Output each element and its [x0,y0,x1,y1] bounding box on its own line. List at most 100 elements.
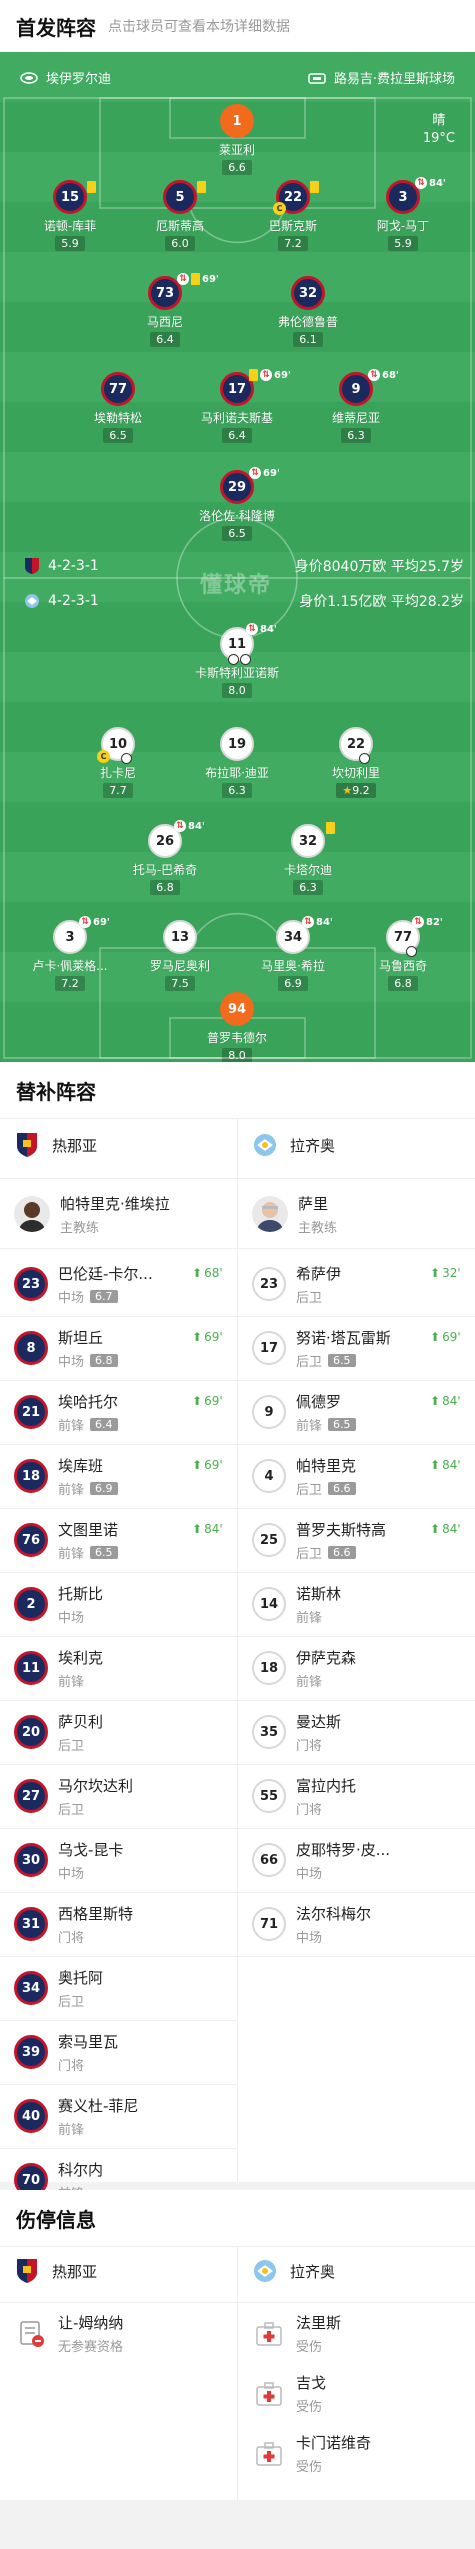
away-substitute-row[interactable]: 17 努诺·塔瓦雷斯 后卫 6.5 [252,1316,391,1380]
player-name: 帕特里克 [296,1456,357,1475]
sub-out-icon: ⇅ [177,273,189,285]
home-player-card[interactable]: 73 ⇅ 69' 马西尼 6.4 [110,273,220,347]
player-number: 35 [252,1715,286,1749]
away-player-card[interactable]: 3 ⇅ 69' 卢卡·佩莱格... 7.2 [15,916,125,991]
home-substitute-row[interactable]: 40 赛义杜-菲尼 前锋 [14,2084,138,2148]
away-player-card[interactable]: 13 罗马尼奥利 7.5 [125,920,235,991]
away-player-card[interactable]: 22 坎切利里 ★9.2 [301,727,411,798]
home-substitute-row[interactable]: 23 巴伦廷-卡尔... 中场 6.7 [14,1252,153,1316]
player-number: 5 [175,189,185,205]
player-name: 卡塔尔迪 [283,863,332,877]
player-number: 19 [220,727,254,761]
away-player-card[interactable]: 94 普罗韦德尔 8.0 [182,992,292,1062]
sub-out-marker: ⇅ 69' [177,273,219,285]
player-name: 科尔内 [58,2160,104,2179]
player-rating: 6.3 [341,428,371,443]
away-player-card[interactable]: 11 ⇅ 84' 卡斯特利亚诺斯 8.0 [182,623,292,698]
lineup-title: 首发阵容 [16,15,96,40]
away-substitute-row[interactable]: 35 曼达斯 门将 [252,1700,341,1764]
player-position: 中场 [58,1354,85,1370]
away-market-value: 身价1.15亿欧 [299,594,387,610]
away-player-card[interactable]: 77 ⇅ 82' 马鲁西奇 6.8 [348,916,458,991]
home-venue-name: 埃伊罗尔迪 [46,72,112,87]
home-substitute-row[interactable]: 27 马尔坎达利 后卫 [14,1764,133,1828]
injury-item[interactable]: 让-姆纳纳 无参赛资格 [14,2312,123,2355]
home-coach[interactable]: 帕特里克·维埃拉 主教练 [14,1182,170,1246]
player-number: 40 [14,2099,48,2133]
player-rating: 6.6 [328,1481,356,1495]
home-substitute-row[interactable]: 76 文图里诺 前锋 6.5 [14,1508,118,1572]
home-team-header: 热那亚 [14,2256,97,2286]
player-rating: 6.4 [150,332,180,347]
player-name: 莱亚利 [218,143,255,157]
away-substitute-row[interactable]: 9 佩德罗 前锋 6.5 [252,1380,356,1444]
home-substitute-row[interactable]: 2 托斯比 中场 [14,1572,103,1636]
player-number: 8 [14,1331,48,1365]
home-substitute-row[interactable]: 31 西格里斯特 门将 [14,1892,133,1956]
sub-in-marker: ⬆ 84' [430,1522,461,1536]
player-position: 门将 [296,1738,323,1754]
injury-item[interactable]: 法里斯 受伤 [252,2312,341,2355]
home-player-card[interactable]: 3 ⇅ 84' 阿戈-马丁 5.9 [348,177,458,251]
home-substitute-row[interactable]: 8 斯坦丘 中场 6.8 [14,1316,118,1380]
substitutes-title: 替补阵容 [16,1079,96,1104]
home-team-summary: 4-2-3-1 身价8040万欧 平均25.7岁 [24,557,464,575]
away-player-card[interactable]: 10 C 扎卡尼 7.7 [63,727,173,798]
player-name: 托斯比 [58,1584,104,1603]
player-position: 前锋 [296,1418,323,1434]
player-name: 西格里斯特 [58,1904,134,1923]
home-player-card[interactable]: 32 弗伦德鲁普 6.1 [253,276,363,347]
player-rating: 6.5 [328,1353,356,1367]
home-player-card[interactable]: 22 C 巴斯克斯 7.2 [238,180,348,251]
away-substitute-row[interactable]: 25 普罗夫斯特高 后卫 6.6 [252,1508,386,1572]
goal-ball-icon [359,753,370,764]
sub-out-marker: ⇅ 69' [79,916,110,928]
home-player-card[interactable]: 15 诺顿-库菲 5.9 [15,180,125,251]
home-substitute-row[interactable]: 11 埃利克 前锋 [14,1636,103,1700]
player-rating: 6.8 [90,1353,118,1367]
home-player-card[interactable]: 1 莱亚利 6.6 [182,104,292,175]
player-number: 4 [252,1459,286,1493]
injury-item[interactable]: 卡门诺维奇 受伤 [252,2432,371,2475]
away-player-card[interactable]: 34 ⇅ 84' 马里奥·希拉 6.9 [238,916,348,991]
sub-out-icon: ⇅ [302,916,314,928]
home-player-card[interactable]: 5 厄斯蒂高 6.0 [125,180,235,251]
home-player-card[interactable]: 17 ⇅ 69' 马利诺夫斯基 6.4 [182,369,292,443]
away-team-summary: 4-2-3-1 身价1.15亿欧 平均28.2岁 [24,593,464,610]
coach-name: 帕特里克·维埃拉 [60,1194,170,1213]
home-player-card[interactable]: 29 ⇅ 69' 洛伦佐·科隆博 6.5 [182,467,292,541]
sub-in-marker: ⬆ 69' [430,1330,461,1344]
sub-in-marker: ⬆ 84' [430,1394,461,1408]
home-substitute-row[interactable]: 20 萨贝利 后卫 [14,1700,103,1764]
away-substitute-row[interactable]: 4 帕特里克 后卫 6.6 [252,1444,356,1508]
away-substitute-row[interactable]: 23 希萨伊 后卫 [252,1252,341,1316]
away-substitute-row[interactable]: 14 诺斯林 前锋 [252,1572,341,1636]
away-player-card[interactable]: 32 卡塔尔迪 6.3 [253,822,363,895]
player-position: 中场 [58,1610,85,1626]
away-substitute-row[interactable]: 66 皮耶特罗·皮... 中场 [252,1828,390,1892]
injury-item[interactable]: 吉戈 受伤 [252,2372,326,2415]
player-position: 后卫 [58,1738,85,1754]
player-name: 洛伦佐·科隆博 [199,509,275,523]
medical-kit-icon [256,2321,282,2346]
lazio-crest-icon [254,2260,276,2282]
away-substitute-row[interactable]: 55 富拉内托 门将 [252,1764,356,1828]
away-substitute-row[interactable]: 18 伊萨克森 前锋 [252,1636,356,1700]
home-player-card[interactable]: 77 埃勒特松 6.5 [63,372,173,443]
home-substitute-row[interactable]: 30 乌戈-昆卡 中场 [14,1828,123,1892]
away-player-card[interactable]: 19 布拉耶·迪亚 6.3 [182,727,292,798]
player-rating: 7.7 [103,783,133,798]
home-substitute-row[interactable]: 21 埃哈托尔 前锋 6.4 [14,1380,118,1444]
player-name: 马尔坎达利 [58,1776,134,1795]
home-substitute-row[interactable]: 39 索马里瓦 门将 [14,2020,118,2084]
player-rating: 6.8 [150,880,180,895]
away-coach[interactable]: 萨里 主教练 [252,1182,337,1246]
away-substitute-row[interactable]: 71 法尔科梅尔 中场 [252,1892,371,1956]
home-player-card[interactable]: 9 ⇅ 68' 维蒂尼亚 6.3 [301,369,411,443]
player-rating: 7.5 [165,976,195,991]
away-player-card[interactable]: 26 ⇅ 84' 托马-巴希奇 6.8 [110,820,220,895]
home-venue: 埃伊罗尔迪 [20,68,111,87]
home-substitute-row[interactable]: 34 奥托阿 后卫 [14,1956,103,2020]
player-number: 94 [220,992,254,1026]
home-substitute-row[interactable]: 18 埃库班 前锋 6.9 [14,1444,118,1508]
